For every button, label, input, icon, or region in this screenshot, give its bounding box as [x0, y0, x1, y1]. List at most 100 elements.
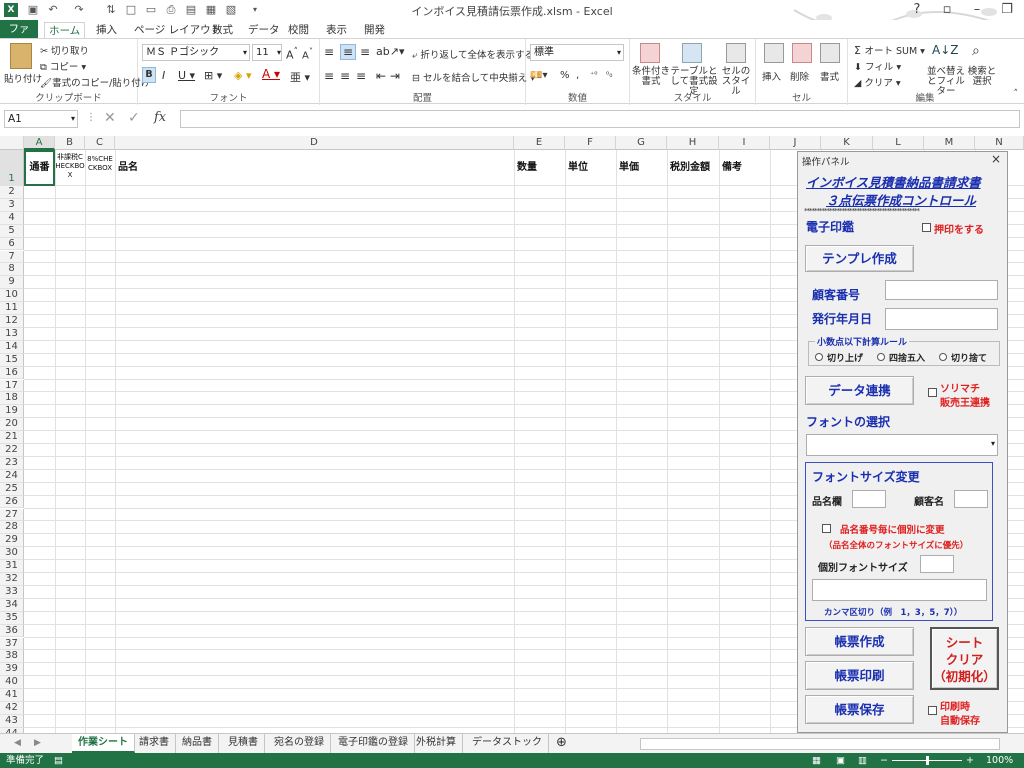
cancel-icon[interactable]: ✕ [104, 110, 116, 126]
row-header[interactable]: 12 [0, 315, 24, 328]
save-form-button[interactable]: 帳票保存 [805, 695, 914, 724]
underline-icon[interactable]: U ▾ [178, 69, 195, 82]
row-header[interactable]: 32 [0, 573, 24, 586]
insert-cells-button[interactable]: 挿入 [762, 69, 781, 83]
row-header[interactable]: 37 [0, 637, 24, 651]
tab-insert[interactable]: 挿入 [92, 22, 121, 38]
comma-icon[interactable]: , [576, 70, 579, 81]
header-cell-unit[interactable]: 単位 [568, 150, 616, 185]
orientation-icon[interactable]: ab↗▾ [376, 45, 404, 58]
round-half-radio[interactable] [877, 353, 885, 361]
border-icon[interactable]: ⊞ ▾ [204, 69, 222, 82]
number-format-select[interactable]: 標準 ▾ [530, 44, 624, 61]
fill-button[interactable]: ⬇ フィル ▾ [854, 59, 901, 73]
column-header[interactable]: F [565, 136, 616, 150]
select-all-corner[interactable] [0, 136, 24, 150]
row-header[interactable]: 5 [0, 224, 24, 238]
row-header[interactable]: 42 [0, 702, 24, 715]
tab-home[interactable]: ホーム [44, 22, 86, 38]
name-box[interactable]: A1 ▾ [4, 110, 78, 128]
row-header[interactable]: 43 [0, 714, 24, 728]
row-header[interactable]: 24 [0, 469, 24, 483]
phonetic-icon[interactable]: 亜 ▾ [290, 69, 310, 85]
row-header[interactable]: 8 [0, 263, 24, 277]
paste-button[interactable]: 貼り付け [4, 71, 42, 85]
sheet-tab-address[interactable]: 宛名の登録 [268, 734, 331, 753]
row-header[interactable]: 31 [0, 560, 24, 573]
normal-view-icon[interactable]: ▦ [812, 753, 821, 768]
paste-icon[interactable] [10, 43, 32, 69]
find-select-button[interactable]: 検索と選択 [966, 67, 998, 87]
tab-review[interactable]: 校閲 [284, 22, 313, 38]
macro-record-icon[interactable]: ▤ [54, 753, 63, 768]
column-header[interactable]: C [85, 136, 115, 150]
row-header[interactable]: 15 [0, 353, 24, 367]
tab-developer[interactable]: 開発 [360, 22, 389, 38]
autosum-button[interactable]: Σ オート SUM ▾ [854, 43, 925, 57]
row-header[interactable]: 9 [0, 276, 24, 290]
zoom-in-icon[interactable]: + [966, 753, 974, 768]
sheet-tab-stamp[interactable]: 電子印鑑の登録 [332, 734, 415, 753]
zoom-out-icon[interactable]: − [880, 753, 888, 768]
next-sheet-icon[interactable]: ▶ [28, 734, 47, 753]
row-header[interactable]: 6 [0, 237, 24, 251]
font-select-dropdown[interactable]: ▾ [806, 434, 998, 456]
row-header[interactable]: 28 [0, 521, 24, 535]
header-cell-price[interactable]: 単価 [619, 150, 667, 185]
merge-center-button[interactable]: ⊟ セルを結合して中央揃え ▾ [412, 70, 535, 84]
page-layout-view-icon[interactable]: ▣ [836, 753, 845, 768]
enter-icon[interactable]: ✓ [128, 110, 140, 126]
row-header[interactable]: 10 [0, 289, 24, 303]
row-header[interactable]: 38 [0, 650, 24, 664]
wrap-text-button[interactable]: ⤶ 折り返して全体を表示する [412, 47, 534, 61]
font-name-select[interactable]: ＭＳ Ｐゴシック ▾ [142, 44, 250, 61]
row-header[interactable]: 27 [0, 508, 24, 522]
individual-checkbox[interactable] [822, 524, 831, 533]
row-header[interactable]: 36 [0, 624, 24, 638]
tab-file[interactable]: ファイル [0, 20, 38, 53]
row-header[interactable]: 35 [0, 611, 24, 625]
panel-close-icon[interactable]: × [991, 152, 1001, 166]
align-center-icon[interactable]: ≡ [340, 69, 350, 83]
header-cell-amount[interactable]: 税別金額 [670, 150, 722, 185]
add-sheet-icon[interactable]: ⊕ [550, 734, 573, 753]
header-cell-serial[interactable]: 通番 [24, 150, 55, 185]
row-header[interactable]: 39 [0, 663, 24, 677]
row-header[interactable]: 3 [0, 198, 24, 212]
individual-size-input[interactable] [920, 555, 954, 573]
row-header[interactable]: 23 [0, 456, 24, 470]
prev-sheet-icon[interactable]: ◀ [8, 734, 27, 753]
sheet-clear-button[interactable]: シート クリア （初期化） [930, 627, 999, 690]
column-header[interactable]: B [55, 136, 85, 150]
stamp-checkbox[interactable] [922, 223, 931, 232]
column-header[interactable]: E [514, 136, 565, 150]
fill-color-icon[interactable]: ◈ ▾ [234, 69, 251, 82]
format-painter-button[interactable]: 🖌書式のコピー/貼り付け [40, 75, 150, 89]
template-button[interactable]: テンプレ作成 [805, 245, 914, 272]
bold-icon[interactable]: B [142, 67, 156, 83]
row-header[interactable]: 1 [0, 150, 24, 186]
cut-button[interactable]: ✂ 切り取り [40, 43, 89, 57]
format-cells-button[interactable]: 書式 [820, 69, 839, 83]
align-right-icon[interactable]: ≡ [356, 69, 366, 83]
autosave-checkbox[interactable] [928, 706, 937, 715]
sheet-tab-data[interactable]: データストック [466, 734, 549, 753]
item-col-size-input[interactable] [852, 490, 886, 508]
font-size-select[interactable]: 11 ▾ [252, 44, 282, 61]
customer-name-size-input[interactable] [954, 490, 988, 508]
row-header[interactable]: 25 [0, 482, 24, 496]
sheet-tab-work[interactable]: 作業シート [72, 734, 135, 753]
align-left-icon[interactable]: ≡ [324, 69, 334, 83]
collapse-ribbon-icon[interactable]: ˄ [1014, 89, 1019, 99]
align-top-icon[interactable]: ≡ [324, 45, 334, 59]
row-header[interactable]: 30 [0, 547, 24, 561]
restore-icon[interactable]: ❐ [992, 0, 1022, 20]
comma-list-input[interactable] [812, 579, 987, 601]
header-cell-8percent[interactable]: 8%CHECKBOX [85, 150, 115, 185]
currency-icon[interactable]: 💴▾ [530, 70, 547, 81]
header-cell-tax-exempt[interactable]: 非課税CHECKBOX [55, 150, 85, 185]
row-header[interactable]: 19 [0, 405, 24, 419]
round-down-radio[interactable] [939, 353, 947, 361]
page-break-view-icon[interactable]: ▥ [858, 753, 867, 768]
sheet-tab-invoice[interactable]: 請求書 [133, 734, 176, 753]
